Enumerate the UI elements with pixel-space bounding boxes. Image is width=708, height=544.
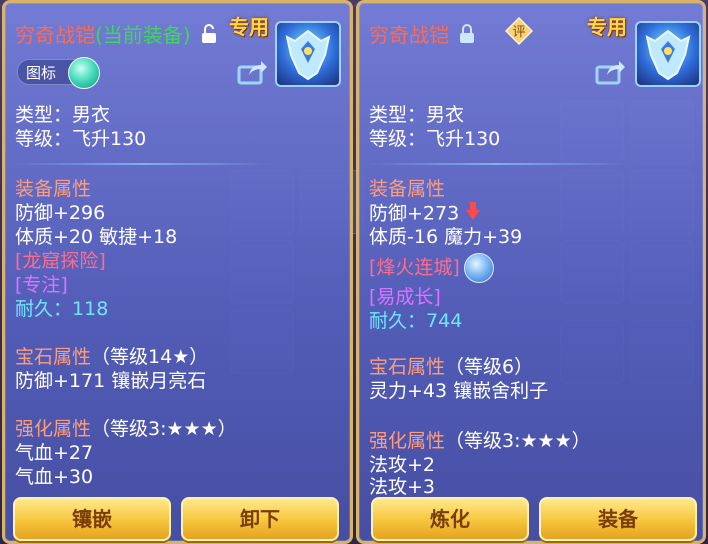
durability-value: 744 [426, 310, 463, 332]
special-effect-label: [烽火连城] [369, 256, 460, 279]
share-icon[interactable] [595, 59, 625, 85]
special-skill-tag: [易成长] [369, 286, 441, 308]
unequip-button[interactable]: 卸下 [181, 497, 339, 541]
lock-closed-icon[interactable] [459, 24, 475, 49]
gem-attr-line: 灵力+43 镶嵌舍利子 [369, 380, 549, 402]
attr-stats: 体质-16 魔力+39 [369, 226, 523, 248]
equip-attr-header: 装备属性 [15, 178, 92, 200]
strengthen-level: （等级3:★★★） [445, 430, 591, 452]
equip-attr-header: 装备属性 [369, 178, 446, 200]
item-name: 穷奇战铠 [15, 23, 95, 47]
item-type: 类型：男衣 [369, 104, 465, 126]
armor-item-icon[interactable] [275, 21, 341, 87]
inlay-button[interactable]: 镶嵌 [13, 497, 171, 541]
durability-value: 118 [72, 298, 109, 320]
gem-level: （等级6） [445, 356, 534, 378]
armor-item-icon[interactable] [635, 21, 701, 87]
icon-toggle[interactable]: 图标 [17, 57, 100, 89]
appraise-badge-icon[interactable]: 评 [504, 16, 534, 46]
item-title: 穷奇战铠(当前装备) [15, 19, 217, 49]
divider [367, 163, 627, 165]
strengthen-attr-2: 气血+30 [15, 466, 94, 488]
special-badge: 专用 [587, 15, 627, 39]
gem-level: （等级14★） [91, 346, 209, 368]
item-level: 等级：飞升130 [15, 128, 147, 150]
durability-label: 耐久： [15, 298, 73, 320]
item-type: 类型：男衣 [15, 104, 111, 126]
attr-defense: 防御+273 [369, 201, 481, 227]
strengthen-attr-1: 气血+27 [15, 442, 94, 464]
appraise-label: 评 [512, 25, 525, 40]
attr-stats: 体质+20 敏捷+18 [15, 226, 178, 248]
refine-button[interactable]: 炼化 [371, 497, 529, 541]
compare-item-panel: 穷奇战铠 评 专用 类型：男衣 等级：飞升130 装备属性 防御+273 体质-… [356, 0, 706, 544]
special-skill-tag: [专注] [15, 274, 68, 296]
refresh-orb-icon[interactable] [463, 253, 494, 283]
gem-attr-header: 宝石属性（等级6） [369, 355, 533, 379]
strengthen-level: （等级3:★★★） [91, 418, 237, 440]
icon-toggle-label: 图标 [26, 64, 57, 82]
strengthen-attr-2: 法攻+3 [369, 476, 436, 498]
gem-header-label: 宝石属性 [369, 356, 446, 378]
divider [13, 163, 273, 165]
special-badge: 专用 [229, 15, 269, 39]
durability: 耐久：118 [15, 297, 108, 321]
strengthen-attr-1: 法攻+2 [369, 454, 436, 476]
lock-open-icon[interactable] [201, 24, 217, 49]
current-equipped-tag: (当前装备) [95, 23, 191, 47]
item-name: 穷奇战铠 [369, 23, 449, 47]
down-arrow-icon [465, 201, 481, 227]
equipped-item-panel: 穷奇战铠(当前装备) 专用 图标 类型：男衣 等级：飞升130 装备属性 防御+… [2, 0, 353, 544]
attr-defense: 防御+296 [15, 202, 106, 224]
durability: 耐久：744 [369, 309, 462, 333]
share-icon[interactable] [237, 59, 267, 85]
gem-attr-header: 宝石属性（等级14★） [15, 345, 208, 369]
special-effect-tag: [龙窟探险] [15, 250, 106, 272]
durability-label: 耐久： [369, 310, 427, 332]
strengthen-header: 强化属性（等级3:★★★） [369, 429, 591, 453]
gem-header-label: 宝石属性 [15, 346, 92, 368]
item-title: 穷奇战铠 [369, 19, 475, 49]
attr-defense-value: 防御+273 [369, 202, 460, 225]
toggle-knob[interactable] [68, 57, 100, 89]
equip-button[interactable]: 装备 [539, 497, 697, 541]
special-effect-tag: [烽火连城] [369, 253, 494, 283]
gem-attr-line: 防御+171 镶嵌月亮石 [15, 370, 207, 392]
strengthen-header-label: 强化属性 [369, 430, 446, 452]
strengthen-header: 强化属性（等级3:★★★） [15, 417, 237, 441]
item-level: 等级：飞升130 [369, 128, 501, 150]
strengthen-header-label: 强化属性 [15, 418, 92, 440]
